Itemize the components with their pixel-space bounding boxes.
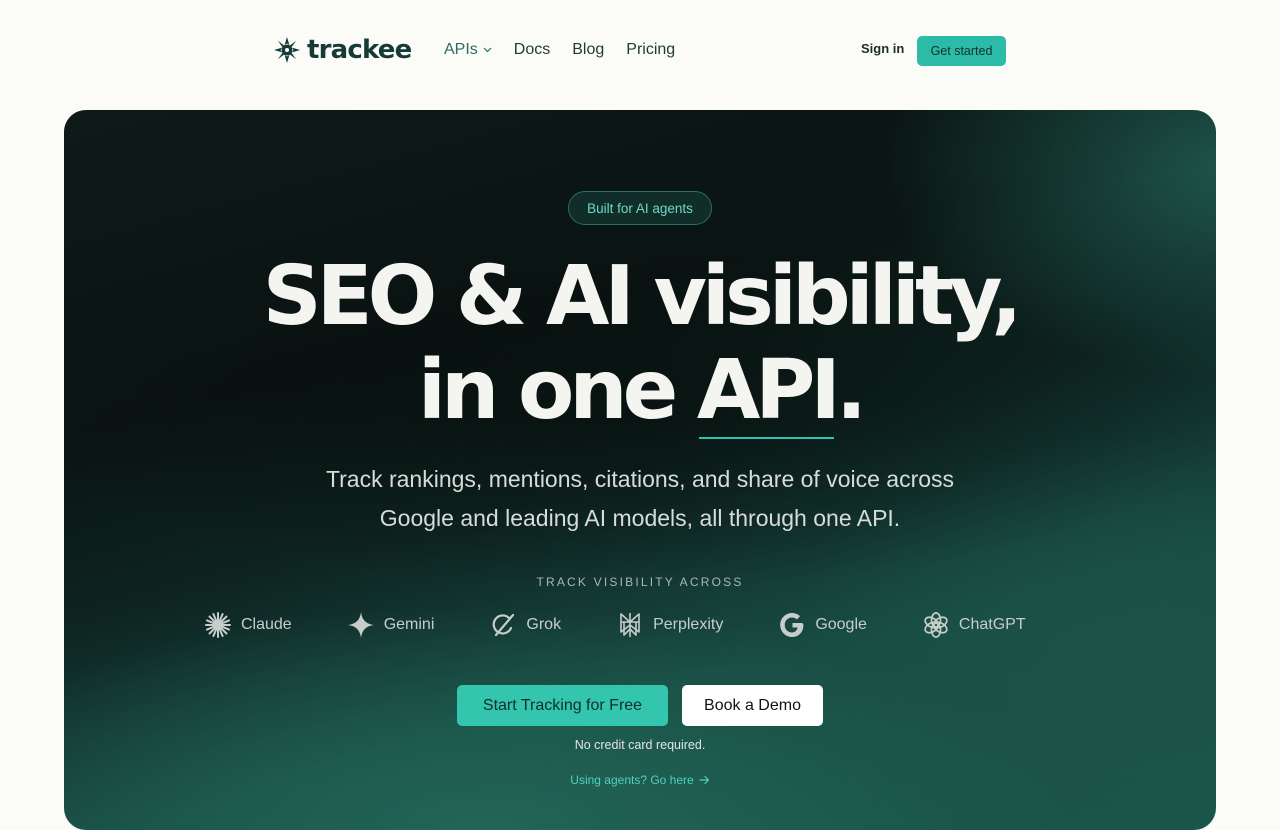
book-demo-button[interactable]: Book a Demo <box>682 685 823 726</box>
grok-icon <box>493 613 515 637</box>
platform-gemini-label: Gemini <box>383 616 435 633</box>
using-agents-link[interactable]: Using agents? Go here <box>64 773 1216 787</box>
chevron-down-icon <box>483 47 492 53</box>
gemini-icon <box>347 612 374 638</box>
hero-headline: SEO & AI visibility, in one API. <box>64 249 1216 439</box>
trackee-logo-icon <box>274 37 300 63</box>
platform-perplexity: Perplexity <box>616 611 723 639</box>
using-agents-label: Using agents? Go here <box>570 773 694 787</box>
top-nav: trackee APIs Docs Blog Pricing Sign in G… <box>0 0 1280 100</box>
platform-google: Google <box>778 611 867 639</box>
headline-suffix: . <box>835 343 867 438</box>
platform-chatgpt: ChatGPT <box>922 611 1026 639</box>
get-started-button[interactable]: Get started <box>917 36 1006 66</box>
sign-in-link[interactable]: Sign in <box>861 41 904 56</box>
chatgpt-icon <box>924 612 948 638</box>
platform-logos: Claude Gemini Grok Perplexity Google Cha… <box>204 610 1081 640</box>
main-menu: APIs Docs Blog Pricing <box>444 38 675 62</box>
nav-docs-link[interactable]: Docs <box>514 41 550 59</box>
nav-pricing-link[interactable]: Pricing <box>626 41 675 59</box>
perplexity-icon <box>620 613 640 637</box>
platform-grok: Grok <box>489 611 561 639</box>
hero-subheading: Track rankings, mentions, citations, and… <box>325 466 955 531</box>
platform-claude-label: Claude <box>241 616 292 633</box>
headline-line-1: SEO & AI visibility, <box>262 249 1023 344</box>
arrow-right-icon <box>699 775 709 785</box>
track-visibility-label: TRACK VISIBILITY ACROSS <box>536 575 744 589</box>
start-tracking-button[interactable]: Start Tracking for Free <box>457 685 668 726</box>
hero-section: Built for AI agents SEO & AI visibility,… <box>64 110 1216 830</box>
nav-blog-link[interactable]: Blog <box>572 41 604 59</box>
headline-prefix: in one <box>417 343 697 438</box>
nav-apis-dropdown[interactable]: APIs <box>444 41 492 59</box>
headline-line-2: in one API. <box>64 343 1216 439</box>
nav-apis-label: APIs <box>444 41 478 58</box>
platform-perplexity-label: Perplexity <box>653 616 724 633</box>
platform-google-label: Google <box>815 616 867 633</box>
platform-gemini: Gemini <box>347 611 435 639</box>
brand-name: trackee <box>307 35 412 65</box>
no-credit-card-note: No credit card required. <box>574 738 706 752</box>
headline-api-highlight: API <box>696 343 841 439</box>
platform-claude: Claude <box>204 611 292 639</box>
brand-logo[interactable]: trackee <box>273 34 412 66</box>
platform-chatgpt-label: ChatGPT <box>958 616 1026 633</box>
platform-grok-label: Grok <box>526 616 562 633</box>
built-for-agents-badge: Built for AI agents <box>568 191 712 225</box>
claude-icon <box>205 612 231 638</box>
google-icon <box>780 613 804 637</box>
